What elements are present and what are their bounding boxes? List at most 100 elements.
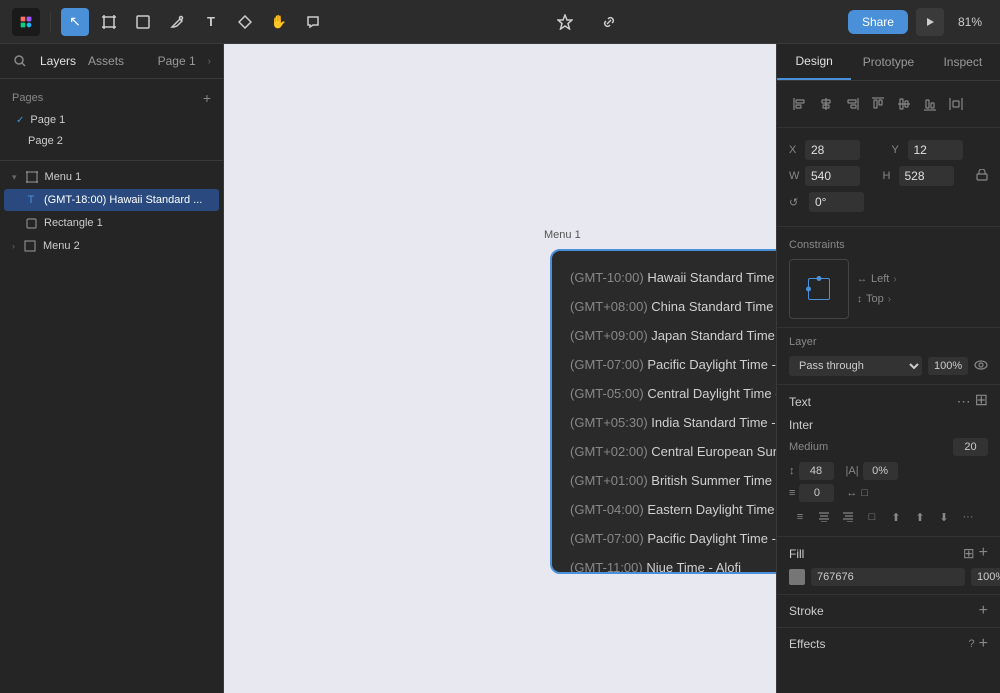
fill-opacity-input[interactable] [971,568,1000,586]
tab-assets[interactable]: Assets [88,52,124,70]
page-item-1[interactable]: ✓ Page 1 [4,110,219,130]
align-top-btn[interactable] [867,93,889,115]
layer-rect1[interactable]: Rectangle 1 [4,212,219,234]
text-align-left-btn[interactable]: ≡ [789,506,811,528]
y-input[interactable] [908,140,963,160]
layer-menu2[interactable]: › Menu 2 [4,235,219,257]
text-options-icon[interactable]: ⋯ [957,393,971,410]
tab-design[interactable]: Design [777,44,851,80]
effects-header: Effects ? + [789,636,988,652]
text-tool[interactable]: T [197,8,225,36]
tab-inspect[interactable]: Inspect [926,45,1000,79]
menu-item-list: (GMT-10:00) Hawaii Standard Time - Honol… [552,251,776,574]
add-page-button[interactable]: + [203,91,211,105]
fill-color-swatch[interactable] [789,569,805,585]
layer-menu1[interactable]: ▾ Menu 1 [4,166,219,188]
panel-tabs: Layers Assets Page 1 › [0,44,223,79]
menu-item[interactable]: (GMT-10:00) Hawaii Standard Time - Honol… [552,263,776,292]
toolbar-center [335,8,840,36]
stroke-header: Stroke + [789,603,988,619]
menu-item[interactable]: (GMT+02:00) Central European Summer Time… [552,437,776,466]
text-align-center-btn[interactable] [813,506,835,528]
fill-hex-input[interactable] [811,568,965,586]
align-bottom-btn[interactable] [919,93,941,115]
menu-item[interactable]: (GMT-07:00) Pacific Daylight Time - Los … [552,524,776,553]
menu-item[interactable]: (GMT+08:00) China Standard Time - Shangh… [552,292,776,321]
text-header-actions: ⋯ ⊞ [957,393,988,410]
paragraph-spacing-input[interactable] [799,484,834,502]
blend-mode-select[interactable]: Pass through Normal Multiply Screen [789,356,922,376]
menu-item[interactable]: (GMT+01:00) British Summer Time - London [552,466,776,495]
menu-item[interactable]: (GMT-11:00) Niue Time - Alofi [552,553,776,574]
zoom-selector[interactable]: 81% [952,11,988,33]
add-effect-button[interactable]: + [979,636,988,652]
rotation-input[interactable] [809,192,864,212]
plugin-icon[interactable] [551,8,579,36]
hand-tool[interactable]: ✋ [265,8,293,36]
add-fill-button[interactable]: + [979,545,988,562]
fill-actions: ⊞ + [963,545,988,562]
h-input[interactable] [899,166,954,186]
menu-item[interactable]: (GMT-05:00) Central Daylight Time - Chic… [552,379,776,408]
components-tool[interactable] [231,8,259,36]
text-expand-icon[interactable]: ⊞ [975,393,988,410]
page-item-2[interactable]: Page 2 [4,131,219,151]
wh-row: W H [789,166,988,186]
align-middle-btn[interactable] [893,93,915,115]
page-2-label: Page 2 [28,135,63,147]
visibility-toggle[interactable] [974,359,988,373]
align-center-h-btn[interactable] [815,93,837,115]
canvas[interactable]: Menu 1 (GMT-10:00) Hawaii Standard Time … [224,44,776,693]
tab-layers[interactable]: Layers [40,52,76,70]
text-section-title: Text [789,395,811,409]
constraints-row: ↔ Left › ↕ Top › [789,259,988,319]
add-stroke-button[interactable]: + [979,603,988,619]
link-proportions-btn[interactable] [976,169,988,184]
menu-item[interactable]: (GMT+05:30) India Standard Time - Kolkat… [552,408,776,437]
pen-tool[interactable] [163,8,191,36]
align-right-btn[interactable] [841,93,863,115]
text-align-justify-btn[interactable]: □ [861,506,883,528]
toolbar: ↖ T [0,0,1000,44]
menu-item[interactable]: (GMT+09:00) Japan Standard Time - Tokyo [552,321,776,350]
rect1-label: Rectangle 1 [44,217,103,229]
text-vertical-middle-btn[interactable]: ⬆ [909,506,931,528]
constraints-title: Constraints [789,239,988,251]
share-button[interactable]: Share [848,10,908,34]
fill-options-icon[interactable]: ⊞ [963,545,975,562]
comment-tool[interactable] [299,8,327,36]
text-overflow-icon: ↔ [846,487,857,499]
text-vertical-top-btn[interactable]: ⬆ [885,506,907,528]
figma-logo[interactable] [12,8,40,36]
font-weight-select[interactable]: Medium [789,441,828,453]
menu-item[interactable]: (GMT-07:00) Pacific Daylight Time - San … [552,350,776,379]
effects-help-icon[interactable]: ? [969,638,975,650]
w-input[interactable] [805,166,860,186]
x-label: X [789,144,801,156]
page-label[interactable]: Page 1 [158,52,196,70]
link-icon[interactable] [595,8,623,36]
distribute-btn[interactable] [945,93,967,115]
search-icon[interactable] [12,53,28,69]
select-tool[interactable]: ↖ [61,8,89,36]
menu-frame[interactable]: (GMT-10:00) Hawaii Standard Time - Honol… [550,249,776,574]
constraints-box [789,259,849,319]
line-height-input[interactable] [799,462,834,480]
opacity-input[interactable] [928,357,968,375]
menu-item[interactable]: (GMT-04:00) Eastern Daylight Time - New … [552,495,776,524]
layer-text1[interactable]: T (GMT-18:00) Hawaii Standard ... [4,189,219,211]
letter-spacing-input[interactable] [863,462,898,480]
text-align-right-btn[interactable] [837,506,859,528]
fill-header: Fill ⊞ + [789,545,988,562]
font-size-input[interactable] [953,438,988,456]
align-left-btn[interactable] [789,93,811,115]
tab-prototype[interactable]: Prototype [851,45,925,79]
text-more-btn[interactable]: ··· [957,506,979,528]
x-input[interactable] [805,140,860,160]
frame-tool[interactable] [95,8,123,36]
pages-section: Pages + ✓ Page 1 Page 2 [0,79,223,160]
text-vertical-bottom-btn[interactable]: ⬇ [933,506,955,528]
shape-tool[interactable] [129,8,157,36]
line-height-field: ↕ [789,462,834,480]
play-button[interactable] [916,8,944,36]
